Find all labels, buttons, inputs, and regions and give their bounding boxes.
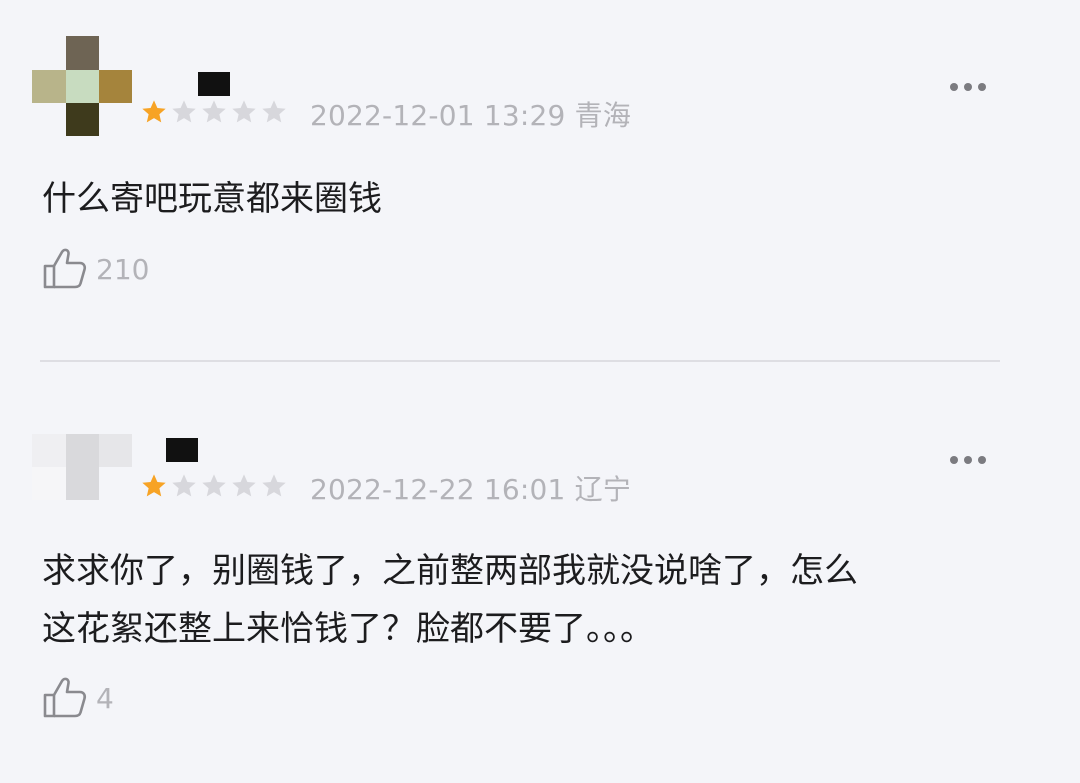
more-options-button[interactable] <box>950 456 986 464</box>
dot-icon <box>964 83 972 91</box>
star-empty-icon <box>172 100 196 123</box>
avatar-pixelated[interactable] <box>32 434 132 500</box>
review-meta: 2022-12-01 13:29 青海 <box>310 94 631 134</box>
star-empty-icon <box>232 100 256 123</box>
like-count: 4 <box>96 681 114 715</box>
dot-icon <box>950 456 958 464</box>
review-region: 辽宁 <box>574 473 632 506</box>
review-text: 什么寄吧玩意都来圈钱 <box>42 179 382 219</box>
star-empty-icon <box>262 474 286 497</box>
more-options-button[interactable] <box>950 83 986 91</box>
review-meta: 2022-12-22 16:01 辽宁 <box>310 468 631 508</box>
like-button[interactable]: 210 <box>42 247 149 291</box>
review-date: 2022-12-01 13:29 <box>310 99 566 132</box>
rating-stars <box>140 472 288 500</box>
dot-icon <box>964 456 972 464</box>
star-empty-icon <box>262 100 286 123</box>
avatar-pixelated[interactable] <box>32 36 132 136</box>
star-empty-icon <box>232 474 256 497</box>
review-card-1: 2022-12-01 13:29 青海 什么寄吧玩意都来圈钱 210 <box>0 0 1080 360</box>
star-empty-icon <box>172 474 196 497</box>
username-redacted[interactable] <box>166 438 198 462</box>
username-redacted[interactable] <box>198 72 230 96</box>
review-text-line: 求求你了，别圈钱了，之前整两部我就没说啥了，怎么 <box>42 551 858 591</box>
dot-icon <box>950 83 958 91</box>
review-date: 2022-12-22 16:01 <box>310 473 566 506</box>
like-button[interactable]: 4 <box>42 676 114 720</box>
dot-icon <box>978 83 986 91</box>
thumbs-up-icon <box>43 248 87 289</box>
star-filled-icon <box>142 100 166 123</box>
review-text: 求求你了，别圈钱了，之前整两部我就没说啥了，怎么 这花絮还整上来恰钱了？脸都不要… <box>42 542 1022 658</box>
star-filled-icon <box>142 474 166 497</box>
review-region: 青海 <box>574 99 632 132</box>
rating-stars <box>140 98 288 126</box>
star-empty-icon <box>202 100 226 123</box>
dot-icon <box>978 456 986 464</box>
like-count: 210 <box>96 252 150 286</box>
review-text-line: 这花絮还整上来恰钱了？脸都不要了。。。 <box>42 609 654 649</box>
review-card-2: 2022-12-22 16:01 辽宁 求求你了，别圈钱了，之前整两部我就没说啥… <box>0 362 1080 783</box>
thumbs-up-icon <box>43 677 87 718</box>
star-empty-icon <box>202 474 226 497</box>
